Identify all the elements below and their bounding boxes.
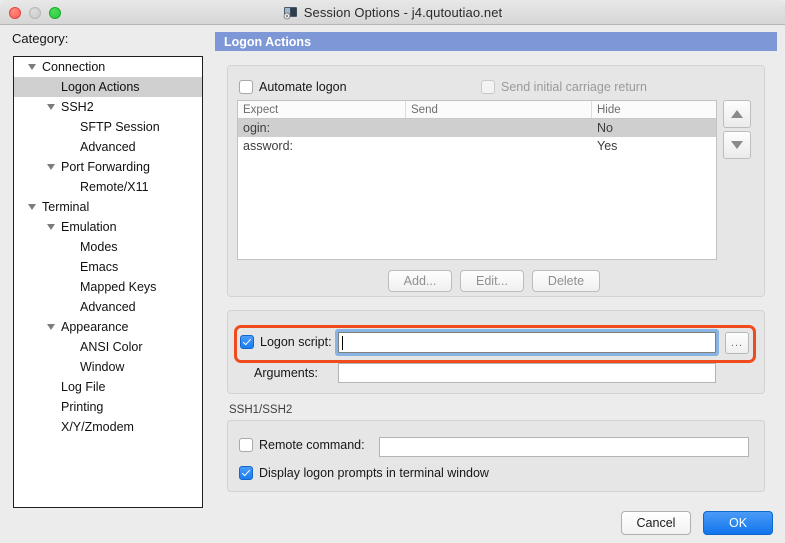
sidebar-item-logon-actions[interactable]: Logon Actions xyxy=(14,77,202,97)
sidebar-item-label: Mapped Keys xyxy=(80,280,157,294)
table-cell-expect: ogin: xyxy=(243,121,271,135)
arguments-label: Arguments: xyxy=(254,366,318,380)
sidebar-item-port-forwarding[interactable]: Port Forwarding xyxy=(14,157,202,177)
remote-command-checkbox[interactable] xyxy=(239,438,253,452)
pane-header: Logon Actions xyxy=(215,32,777,51)
sidebar-item-emacs[interactable]: Emacs xyxy=(14,257,202,277)
session-options-window: Session Options - j4.qutoutiao.net Categ… xyxy=(0,0,785,543)
send-initial-carriage-return-checkbox xyxy=(481,80,495,94)
window-title: Session Options - j4.qutoutiao.net xyxy=(303,5,503,20)
table-cell-send xyxy=(406,137,592,155)
ssh-group-legend: SSH1/SSH2 xyxy=(229,404,293,416)
logon-script-browse-button[interactable]: ... xyxy=(725,332,749,354)
window-title-wrap: Session Options - j4.qutoutiao.net xyxy=(0,0,785,25)
sidebar-item-mapped-keys[interactable]: Mapped Keys xyxy=(14,277,202,297)
sidebar-item-label: Advanced xyxy=(80,140,136,154)
table-cell-send xyxy=(406,119,592,137)
sidebar-item-modes[interactable]: Modes xyxy=(14,237,202,257)
automate-logon-row[interactable]: Automate logon xyxy=(239,80,347,94)
category-label: Category: xyxy=(12,31,69,46)
session-options-icon xyxy=(283,5,298,20)
display-logon-prompts-row[interactable]: Display logon prompts in terminal window xyxy=(239,466,489,480)
sidebar-item-window[interactable]: Window xyxy=(14,357,202,377)
table-cell-hide: Yes xyxy=(597,139,618,153)
disclosure-triangle-icon[interactable] xyxy=(47,324,55,330)
sidebar-item-label: SFTP Session xyxy=(80,120,160,134)
edit-button[interactable]: Edit... xyxy=(460,270,524,292)
display-logon-prompts-label: Display logon prompts in terminal window xyxy=(259,466,489,480)
delete-button[interactable]: Delete xyxy=(532,270,600,292)
automate-logon-checkbox[interactable] xyxy=(239,80,253,94)
disclosure-triangle-icon[interactable] xyxy=(28,204,36,210)
table-row[interactable]: assword: Yes xyxy=(238,137,716,155)
send-initial-carriage-return-label: Send initial carriage return xyxy=(501,80,647,94)
sidebar-item-ansi-color[interactable]: ANSI Color xyxy=(14,337,202,357)
close-button[interactable] xyxy=(9,7,21,19)
move-up-arrow[interactable] xyxy=(723,100,751,128)
sidebar-item-label: Connection xyxy=(42,60,106,74)
sidebar-item-printing[interactable]: Printing xyxy=(14,397,202,417)
logon-script-input[interactable] xyxy=(338,332,716,353)
column-header-send[interactable]: Send xyxy=(406,101,592,118)
remote-command-input[interactable] xyxy=(379,437,749,457)
category-tree[interactable]: Connection Logon Actions SSH2 SFTP Session A… xyxy=(13,56,203,508)
text-caret xyxy=(342,336,343,350)
table-row[interactable]: ogin: No xyxy=(238,119,716,137)
sidebar-item-connection[interactable]: Connection xyxy=(14,57,202,77)
maximize-button[interactable] xyxy=(49,7,61,19)
logon-script-label: Logon script: xyxy=(260,335,332,349)
sidebar-item-label: Emacs xyxy=(80,260,119,274)
sidebar-item-advanced[interactable]: Advanced xyxy=(14,137,202,157)
pane-header-title: Logon Actions xyxy=(224,34,312,49)
logon-script-row[interactable]: Logon script: xyxy=(240,335,332,349)
send-initial-carriage-return-row: Send initial carriage return xyxy=(481,80,647,94)
disclosure-triangle-icon[interactable] xyxy=(47,104,55,110)
sidebar-item-label: ANSI Color xyxy=(80,340,143,354)
column-header-hide[interactable]: Hide xyxy=(592,101,716,118)
sidebar-item-label: Remote/X11 xyxy=(80,180,149,194)
remote-command-label: Remote command: xyxy=(259,438,365,452)
cancel-button[interactable]: Cancel xyxy=(621,511,691,535)
sidebar-item-label: SSH2 xyxy=(61,100,94,114)
sidebar-item-emulation[interactable]: Emulation xyxy=(14,217,202,237)
table-cell-hide: No xyxy=(597,121,613,135)
disclosure-triangle-icon[interactable] xyxy=(47,164,55,170)
sidebar-item-label: Logon Actions xyxy=(61,80,140,94)
logon-script-checkbox[interactable] xyxy=(240,335,254,349)
logon-actions-table[interactable]: Expect Send Hide ogin: No assword: Yes xyxy=(237,100,717,260)
sidebar-item-label: Window xyxy=(80,360,125,374)
sidebar-item-ssh2[interactable]: SSH2 xyxy=(14,97,202,117)
sidebar-item-label: Port Forwarding xyxy=(61,160,150,174)
sidebar-item-label: Appearance xyxy=(61,320,129,334)
ok-button[interactable]: OK xyxy=(703,511,773,535)
column-header-expect[interactable]: Expect xyxy=(238,101,406,118)
add-button[interactable]: Add... xyxy=(388,270,452,292)
window-titlebar: Session Options - j4.qutoutiao.net xyxy=(0,0,785,25)
sidebar-item-remote-x11[interactable]: Remote/X11 xyxy=(14,177,202,197)
sidebar-item-label: Modes xyxy=(80,240,118,254)
table-cell-expect: assword: xyxy=(243,139,294,153)
disclosure-triangle-icon[interactable] xyxy=(47,224,55,230)
sidebar-item-label: Log File xyxy=(61,380,106,394)
sidebar-item-label: X/Y/Zmodem xyxy=(61,420,134,434)
automate-logon-label: Automate logon xyxy=(259,80,347,94)
sidebar-item-log-file[interactable]: Log File xyxy=(14,377,202,397)
sidebar-item-x-y-zmodem[interactable]: X/Y/Zmodem xyxy=(14,417,202,437)
remote-command-row[interactable]: Remote command: xyxy=(239,438,365,452)
table-body: ogin: No assword: Yes xyxy=(238,119,716,155)
move-down-arrow[interactable] xyxy=(723,131,751,159)
minimize-button[interactable] xyxy=(29,7,41,19)
disclosure-triangle-icon[interactable] xyxy=(28,64,36,70)
table-header-row: Expect Send Hide xyxy=(238,101,716,119)
arguments-input[interactable] xyxy=(338,363,716,383)
sidebar-item-label: Emulation xyxy=(61,220,117,234)
sidebar-item-sftp-session[interactable]: SFTP Session xyxy=(14,117,202,137)
display-logon-prompts-checkbox[interactable] xyxy=(239,466,253,480)
sidebar-item-label: Terminal xyxy=(42,200,90,214)
sidebar-item-appearance[interactable]: Appearance xyxy=(14,317,202,337)
sidebar-item-advanced[interactable]: Advanced xyxy=(14,297,202,317)
sidebar-item-terminal[interactable]: Terminal xyxy=(14,197,202,217)
sidebar-item-label: Printing xyxy=(61,400,104,414)
sidebar-item-label: Advanced xyxy=(80,300,136,314)
